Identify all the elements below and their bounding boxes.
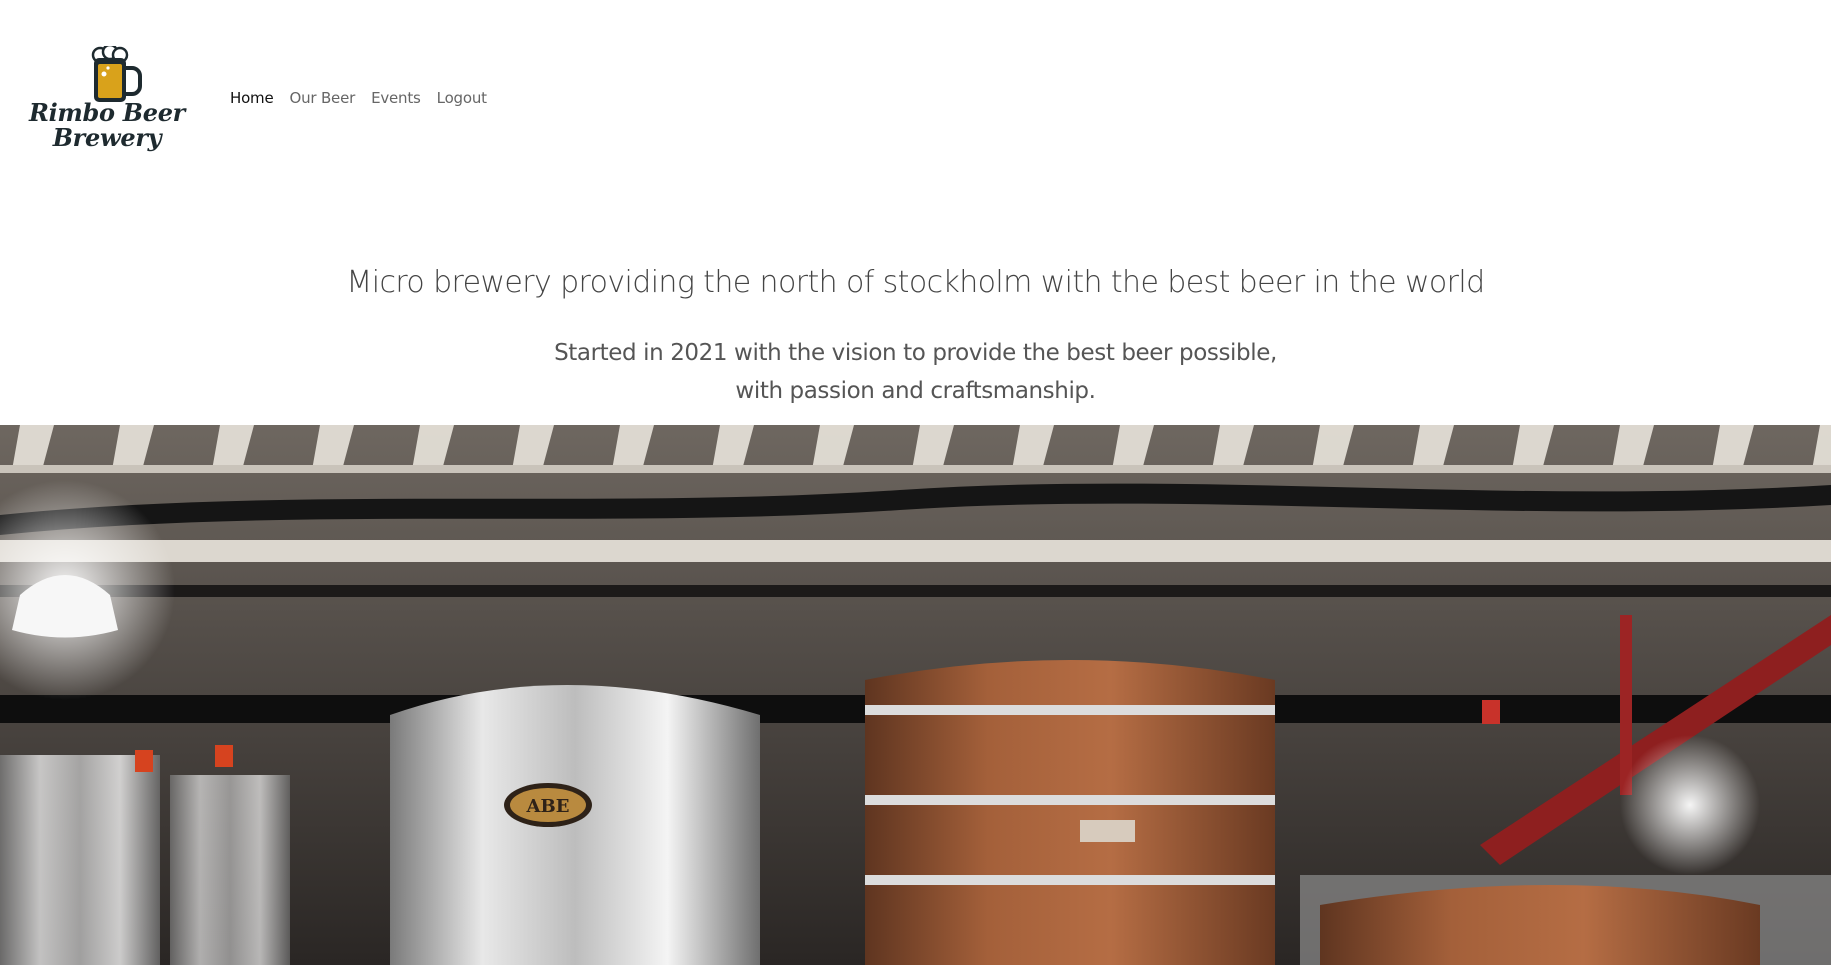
intro-line-1: Started in 2021 with the vision to provi… (554, 340, 1277, 366)
intro-text: Started in 2021 with the vision to provi… (0, 334, 1831, 410)
intro-line-2: with passion and craftsmanship. (735, 378, 1096, 404)
main-nav: Home Our Beer Events Logout (230, 89, 487, 107)
brand-name-line2: Brewery (52, 123, 162, 152)
brand-logo[interactable]: Rimbo Beer Brewery (22, 46, 192, 156)
beer-mug-icon (91, 46, 142, 102)
hero-image: ABE (0, 425, 1831, 965)
nav-logout-link[interactable]: Logout (437, 89, 487, 107)
brand-name: Rimbo Beer Brewery (22, 100, 192, 150)
page-headline: Micro brewery providing the north of sto… (346, 265, 1485, 300)
brand-name-line1: Rimbo Beer (28, 98, 186, 127)
tank-label: ABE (526, 796, 570, 817)
nav-home-link[interactable]: Home (230, 89, 274, 107)
site-header: Rimbo Beer Brewery Home Our Beer Events … (0, 0, 1831, 200)
nav-events-link[interactable]: Events (371, 89, 421, 107)
brewery-photo: ABE (0, 425, 1831, 965)
nav-our-beer-link[interactable]: Our Beer (290, 89, 356, 107)
